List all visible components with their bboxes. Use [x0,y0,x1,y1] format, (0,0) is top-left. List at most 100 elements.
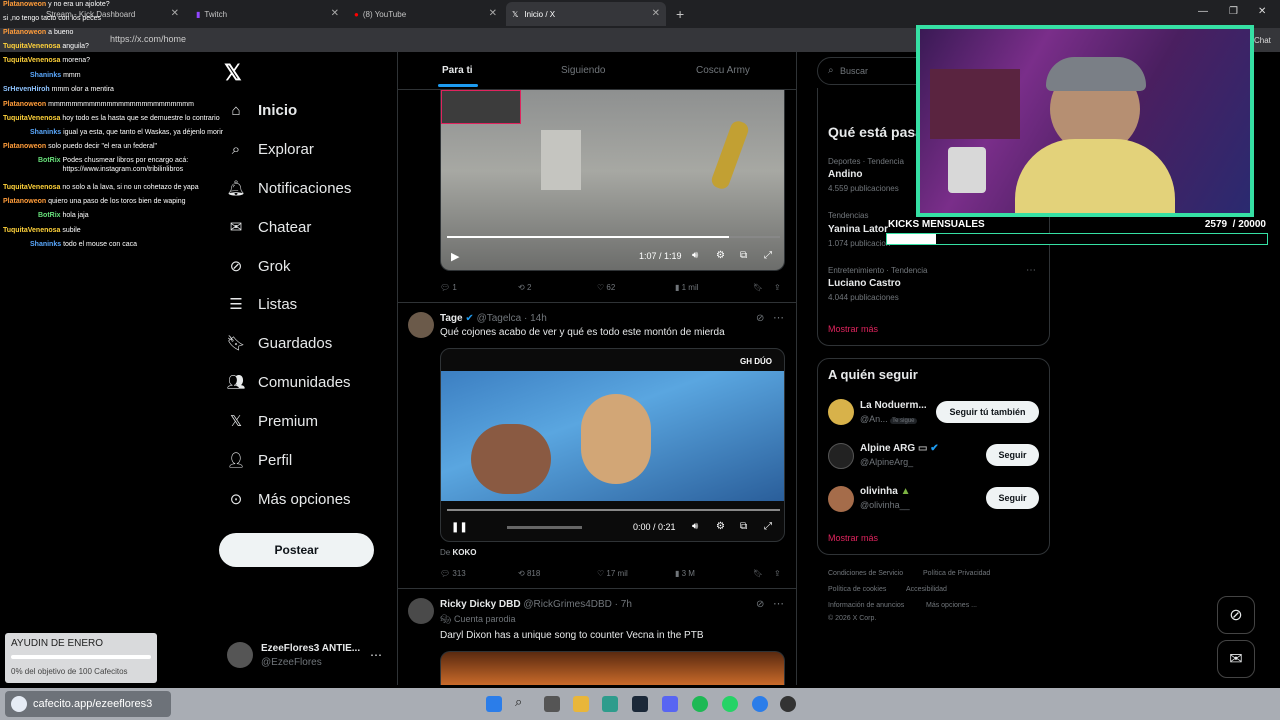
chat-username[interactable]: SrHevenHiroh [3,86,50,93]
chat-username[interactable]: TuquitaVenenosa [3,57,60,64]
nav-premium[interactable]: 𝕏 Premium [226,411,318,431]
post2-video[interactable]: GH DÚO ❚❚ 0:00 / 0:21 🔊︎ ⚙ ⧉ ⤢ [440,348,785,542]
fullscreen-icon[interactable]: ⤢ [764,521,772,532]
post2-time[interactable]: 14h [530,313,547,324]
follow-button[interactable]: Seguir [986,444,1039,466]
post-button[interactable]: Postear [219,533,374,567]
pause-icon[interactable]: ❚❚ [451,522,468,533]
trend-more-icon[interactable]: ⋯ [1026,265,1036,276]
app-icon[interactable] [752,696,768,712]
trend-name[interactable]: Luciano Castro [828,278,901,289]
file-explorer-icon[interactable] [573,696,589,712]
close-icon[interactable]: ✕ [489,8,497,19]
post3-time[interactable]: 7h [621,599,632,610]
new-tab-button[interactable]: + [670,2,690,26]
tab-youtube[interactable]: ● (8) YouTube ✕ [348,2,503,26]
maximize-icon[interactable]: ❐ [1229,6,1238,17]
footer-link[interactable]: Condiciones de Servicio [828,570,903,577]
trend-name[interactable]: Yanina Lator [828,224,888,235]
views-button[interactable]: ▮ 3 M [675,569,695,578]
chat-username[interactable]: TuquitaVenenosa [3,115,60,122]
volume-icon[interactable]: 🔊︎ [692,521,698,532]
discord-icon[interactable] [662,696,678,712]
footer-link[interactable]: Política de cookies [828,586,886,593]
chat-username[interactable]: Platanoweon [3,29,46,36]
bookmark-icon[interactable]: 🔖︎ [753,569,763,578]
messages-icon[interactable]: ✉ [1217,640,1255,678]
tab-coscu-army[interactable]: Coscu Army [696,65,750,76]
chat-username[interactable]: Platanoweon [3,143,46,150]
post3-author[interactable]: Ricky Dicky DBD [440,599,521,610]
footer-link[interactable]: Información de anuncios [828,602,904,609]
nav-comunidades[interactable]: 👥︎ Comunidades [226,372,350,392]
nav-perfil[interactable]: 👤︎ Perfil [226,450,292,470]
search-input[interactable]: Buscar [840,66,868,76]
show-more-follow[interactable]: Mostrar más [828,533,878,543]
browser-icon[interactable] [602,696,618,712]
follow-avatar[interactable] [828,443,854,469]
nav-mas-opciones[interactable]: ⊙ Más opciones [226,489,351,509]
follow-avatar[interactable] [828,486,854,512]
video-progress-track[interactable] [447,509,780,511]
repost-button[interactable]: ⟲ 2 [518,283,531,292]
like-button[interactable]: ♡ 62 [597,283,615,292]
more-icon[interactable]: ⋯ [773,597,784,610]
search-icon[interactable]: ⌕ [515,694,531,710]
footer-link[interactable]: Accesibilidad [906,586,947,593]
post1-video[interactable]: ▶ 1:07 / 1:19 🔊︎ ⚙ ⧉ ⤢ [440,90,785,271]
follow-name[interactable]: La Noduerm... [860,400,927,411]
reply-button[interactable]: 💬︎ 1 [440,283,457,292]
repost-button[interactable]: ⟲ 818 [518,569,540,578]
chat-username[interactable]: BotRix [38,212,61,219]
whatsapp-icon[interactable] [722,696,738,712]
settings-icon[interactable]: ⚙ [716,250,725,261]
post3-video[interactable] [440,651,785,685]
chat-username[interactable]: Shaninks [30,129,61,136]
obs-icon[interactable] [780,696,796,712]
source-name[interactable]: KOKO [452,548,476,557]
account-avatar[interactable] [227,642,253,668]
trend-name[interactable]: Andino [828,169,862,180]
post2-author[interactable]: Tage [440,313,463,324]
views-button[interactable]: ▮ 1 mil [675,283,699,292]
footer-link[interactable]: Política de Privacidad [923,570,990,577]
share-icon[interactable]: ⇪ [774,569,781,578]
close-icon[interactable]: ✕ [652,8,660,19]
minimize-player-icon[interactable]: ⧉ [740,521,747,532]
fullscreen-icon[interactable]: ⤢ [764,250,772,261]
grok-icon[interactable]: ⊘ [756,313,764,324]
grok-icon[interactable]: ⊘ [1217,596,1255,634]
follow-back-button[interactable]: Seguir tú también [936,401,1039,423]
task-view-icon[interactable] [544,696,560,712]
chat-username[interactable]: BotRix [38,157,61,164]
post3-handle[interactable]: @RickGrimes4DBD [523,599,612,610]
close-icon[interactable]: ✕ [331,8,339,19]
follow-name[interactable]: Alpine ARG [860,443,915,454]
volume-icon[interactable]: 🔊︎ [692,250,698,261]
post3-avatar[interactable] [408,598,434,624]
account-more-icon[interactable]: ⋯ [370,648,382,662]
nav-listas[interactable]: ☰ Listas [226,294,297,314]
chat-username[interactable]: Shaninks [30,72,61,79]
chat-username[interactable]: TuquitaVenenosa [3,227,60,234]
follow-avatar[interactable] [828,399,854,425]
volume-slider[interactable] [507,526,582,529]
chat-username[interactable]: Platanoweon [3,198,46,205]
chat-username[interactable]: Shaninks [30,241,61,248]
post2-handle[interactable]: @Tagelca [477,313,522,324]
post2-avatar[interactable] [408,312,434,338]
tab-x-home[interactable]: 𝕏 Inicio / X ✕ [506,2,666,26]
follow-name[interactable]: olivinha [860,486,898,497]
share-icon[interactable]: ⇪ [774,283,781,292]
nav-guardados[interactable]: 🔖︎ Guardados [226,333,332,353]
more-icon[interactable]: ⋯ [773,311,784,324]
chat-username[interactable]: Platanoweon [3,1,46,8]
footer-link[interactable]: Más opciones ... [926,602,977,609]
follow-button[interactable]: Seguir [986,487,1039,509]
minimize-icon[interactable]: — [1198,6,1208,17]
bookmark-icon[interactable]: 🔖︎ [753,283,763,292]
close-window-icon[interactable]: ✕ [1258,6,1266,17]
tab-siguiendo[interactable]: Siguiendo [561,65,605,76]
start-icon[interactable] [486,696,502,712]
steam-icon[interactable] [632,696,648,712]
